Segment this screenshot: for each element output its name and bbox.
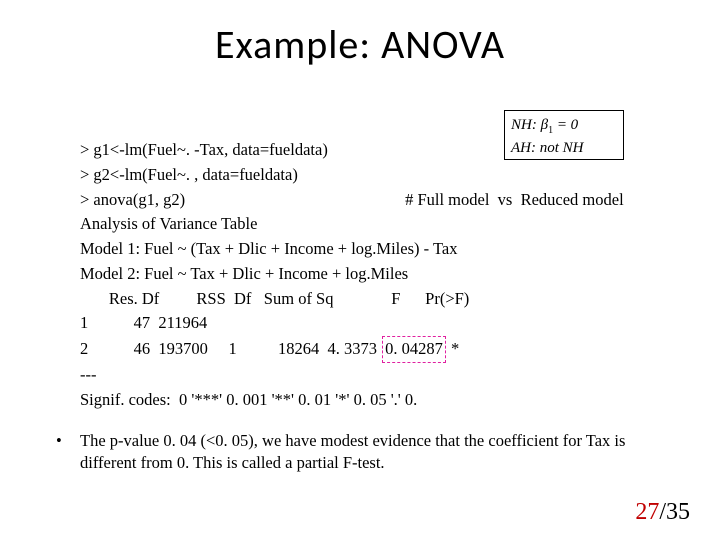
bullet-icon: • (56, 430, 62, 452)
page-sep: / (659, 499, 666, 525)
page-total: 35 (666, 499, 690, 525)
conclusion-text: The p-value 0. 04 (<0. 05), we have mode… (80, 430, 676, 475)
nh-body: : β (532, 117, 548, 133)
anova-row-2: 2 46 193700 1 18264 4. 3373 0. 04287 * (80, 336, 680, 363)
code-line-3: > anova(g1, g2) # Full model vs Reduced m… (80, 188, 680, 213)
anova-comment: # Full model vs Reduced model (405, 190, 624, 209)
code-line-1: > g1<-lm(Fuel~. -Tax, data=fueldata) (80, 138, 680, 163)
page-current: 27 (635, 499, 659, 525)
anova-row-1: 1 47 211964 (80, 311, 680, 336)
anova-row-2-star: * (447, 339, 459, 358)
page-number: 27/35 (635, 499, 690, 526)
anova-call: > anova(g1, g2) (80, 190, 185, 209)
anova-row-2-lead: 2 46 193700 1 18264 4. 3373 (80, 339, 381, 358)
nh-tail: = 0 (553, 117, 578, 133)
slide-title: Example: ANOVA (0, 20, 720, 69)
code-line-4: Analysis of Variance Table (80, 212, 680, 237)
code-separator: --- (80, 363, 680, 388)
code-line-5: Model 1: Fuel ~ (Tax + Dlic + Income + l… (80, 237, 680, 262)
r-output-block: > g1<-lm(Fuel~. -Tax, data=fueldata) > g… (80, 138, 680, 412)
code-line-2: > g2<-lm(Fuel~. , data=fueldata) (80, 163, 680, 188)
code-line-6: Model 2: Fuel ~ Tax + Dlic + Income + lo… (80, 262, 680, 287)
slide: Example: ANOVA NH: β1 = 0 AH: not NH > g… (0, 0, 720, 540)
conclusion-bullet: • The p-value 0. 04 (<0. 05), we have mo… (56, 430, 676, 475)
p-value-highlight: 0. 04287 (382, 336, 446, 363)
anova-header: Res. Df RSS Df Sum of Sq F Pr(>F) (80, 287, 680, 312)
signif-codes: Signif. codes: 0 '***' 0. 001 '**' 0. 01… (80, 388, 680, 413)
nh-label: NH (511, 117, 532, 133)
null-hypothesis: NH: β1 = 0 (511, 115, 617, 138)
